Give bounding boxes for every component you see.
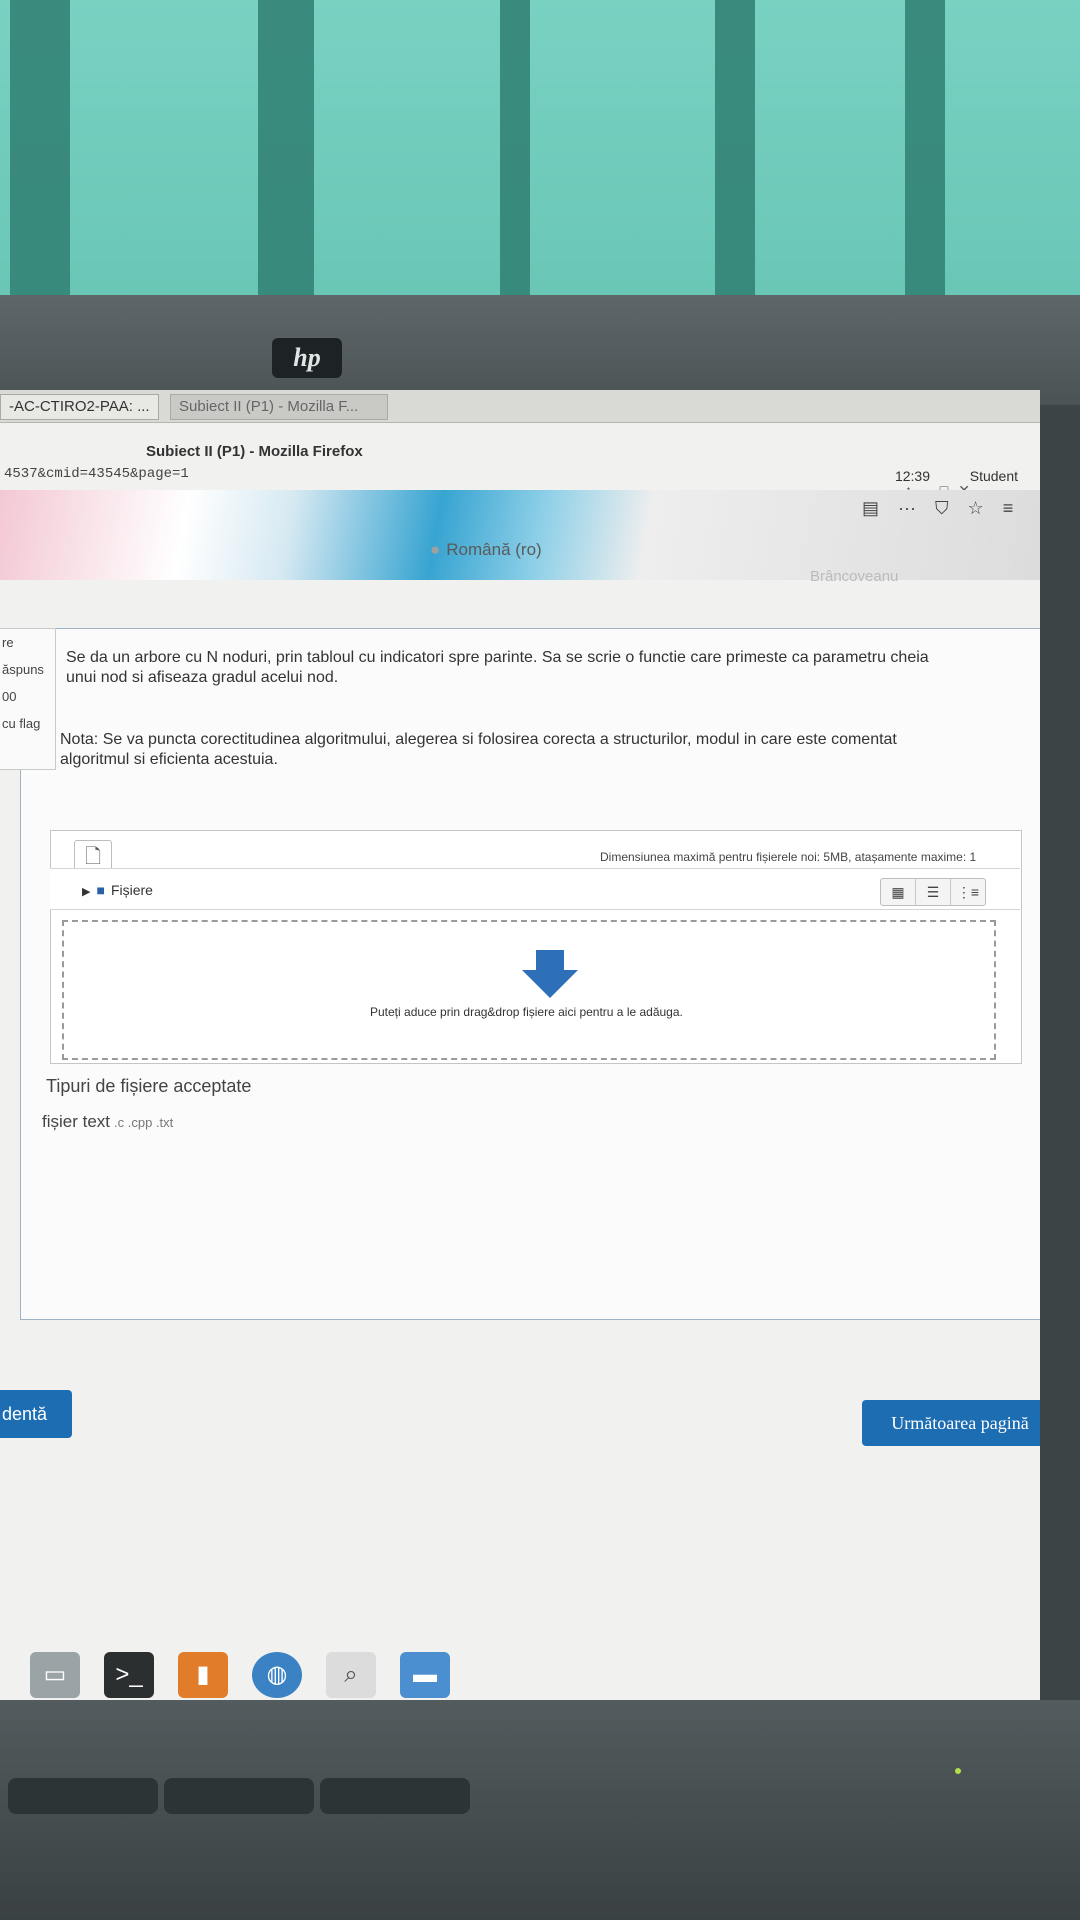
- sidebar-item: 00: [2, 689, 17, 704]
- max-file-info: Dimensiunea maximă pentru fișierele noi:…: [600, 850, 977, 864]
- monitor-hardware-button[interactable]: [164, 1778, 314, 1814]
- view-mode-buttons: ▦ ☰ ⋮≡: [880, 878, 986, 906]
- drive-icon[interactable]: ▭: [30, 1652, 80, 1698]
- folder-icon[interactable]: ▬: [400, 1652, 450, 1698]
- terminal-icon[interactable]: >_: [104, 1652, 154, 1698]
- files-folder-label: Fișiere: [110, 882, 153, 898]
- window-title: Subiect II (P1) - Mozilla Firefox: [146, 443, 363, 460]
- os-tab-terminal[interactable]: -AC-CTIRO2-PAA: ...: [0, 394, 159, 420]
- file-add-icon: 🗋: [84, 846, 102, 868]
- question-info-sidebar: re ăspuns 00 cu flag: [0, 628, 56, 770]
- menu-icon[interactable]: ≡: [1003, 498, 1014, 518]
- arrow-down-icon: [522, 950, 578, 998]
- drop-zone-text: Puteți aduce prin drag&drop fișiere aici…: [370, 1005, 683, 1019]
- os-taskbar: -AC-CTIRO2-PAA: ... Subiect II (P1) - Mo…: [0, 390, 1040, 423]
- sidebar-item: ăspuns: [2, 662, 44, 677]
- accepted-types-heading: Tipuri de fișiere acceptate: [46, 1076, 252, 1096]
- hp-logo: hp: [272, 338, 342, 378]
- language-selector[interactable]: Română (ro): [430, 540, 541, 560]
- flag-question[interactable]: cu flag: [0, 710, 55, 737]
- user-name[interactable]: Brâncoveanu: [810, 568, 898, 585]
- question-text: Se da un arbore cu N noduri, prin tablou…: [66, 649, 929, 686]
- screen: -AC-CTIRO2-PAA: ... Subiect II (P1) - Mo…: [0, 390, 1040, 1700]
- reader-icon[interactable]: ▤: [862, 498, 879, 518]
- os-tab-firefox[interactable]: Subiect II (P1) - Mozilla F...: [170, 394, 388, 420]
- monitor-hardware-button[interactable]: [320, 1778, 470, 1814]
- tree-view-icon[interactable]: ⋮≡: [951, 879, 985, 905]
- question-note: Nota: Se va puncta corectitudinea algori…: [60, 731, 897, 768]
- next-page-button[interactable]: Următoarea pagină: [862, 1400, 1040, 1446]
- icon-view-icon[interactable]: ▦: [881, 879, 916, 905]
- sidebar-item: re: [2, 635, 14, 650]
- monitor-hardware-button[interactable]: [8, 1778, 158, 1814]
- accepted-types: fișier text .c .cpp .txt: [42, 1112, 173, 1132]
- folder-icon: ■: [96, 882, 105, 898]
- archive-icon[interactable]: ▮: [178, 1652, 228, 1698]
- expand-triangle-icon: ▶: [82, 886, 91, 898]
- search-icon[interactable]: ⌕: [326, 1652, 376, 1698]
- list-view-icon[interactable]: ☰: [916, 879, 951, 905]
- firefox-toolbar-icons: ▤ ··· ⛉ ☆ ≡: [862, 498, 1027, 519]
- browser-icon[interactable]: ◍: [252, 1652, 302, 1698]
- pocket-icon[interactable]: ⛉: [935, 498, 949, 518]
- files-folder[interactable]: ▶ ■ Fișiere: [82, 882, 153, 898]
- accepted-types-ext: .c .cpp .txt: [114, 1115, 174, 1130]
- monitor-bottom-bezel: [0, 1700, 1080, 1920]
- power-led: [955, 1768, 961, 1774]
- url-bar[interactable]: 4537&cmid=43545&page=1: [0, 462, 704, 486]
- more-icon[interactable]: ···: [898, 498, 916, 518]
- star-icon[interactable]: ☆: [968, 498, 984, 518]
- files-row: [50, 868, 1020, 910]
- accepted-types-label: fișier text: [42, 1112, 111, 1131]
- previous-page-button[interactable]: dentă: [0, 1390, 72, 1438]
- dock: ▭ >_ ▮ ◍ ⌕ ▬: [0, 1630, 1040, 1700]
- monitor-top-bezel: [0, 295, 1080, 405]
